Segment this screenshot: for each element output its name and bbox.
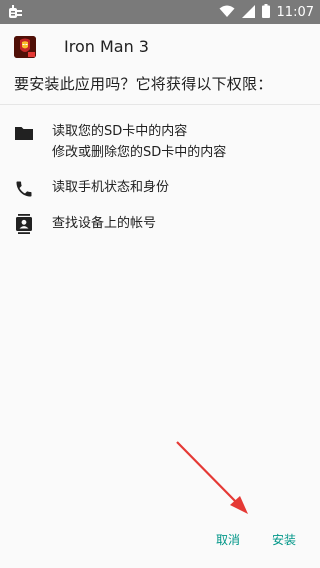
divider <box>0 104 320 105</box>
status-time: 11:07 <box>276 4 314 20</box>
app-header: Iron Man 3 <box>0 24 320 72</box>
permission-phone-label: 读取手机状态和身份 <box>52 180 170 195</box>
install-button[interactable]: 安装 <box>266 527 302 552</box>
install-prompt: 要安装此应用吗？它将获得以下权限： <box>14 75 273 93</box>
status-right: 11:07 <box>219 0 314 24</box>
debug-bug-icon <box>6 3 24 21</box>
phone-icon <box>14 179 34 199</box>
wifi-icon <box>219 3 235 22</box>
permission-storage-modify: 修改或删除您的SD卡中的内容 <box>52 145 227 160</box>
install-screen: 11:07 Iron Man 3 要安装此应用吗？它将获得以下权限： 读取您的S <box>0 0 320 568</box>
battery-icon <box>261 3 270 22</box>
cancel-button[interactable]: 取消 <box>210 527 246 552</box>
iron-man-app-icon <box>14 36 36 58</box>
status-bar: 11:07 <box>0 0 320 24</box>
signal-icon <box>241 3 255 22</box>
permission-accounts-label: 查找设备上的帐号 <box>52 216 157 231</box>
contact-icon <box>14 214 34 234</box>
app-title: Iron Man 3 <box>64 37 149 56</box>
folder-icon <box>14 123 34 143</box>
permission-storage-read: 读取您的SD卡中的内容 <box>52 124 188 139</box>
